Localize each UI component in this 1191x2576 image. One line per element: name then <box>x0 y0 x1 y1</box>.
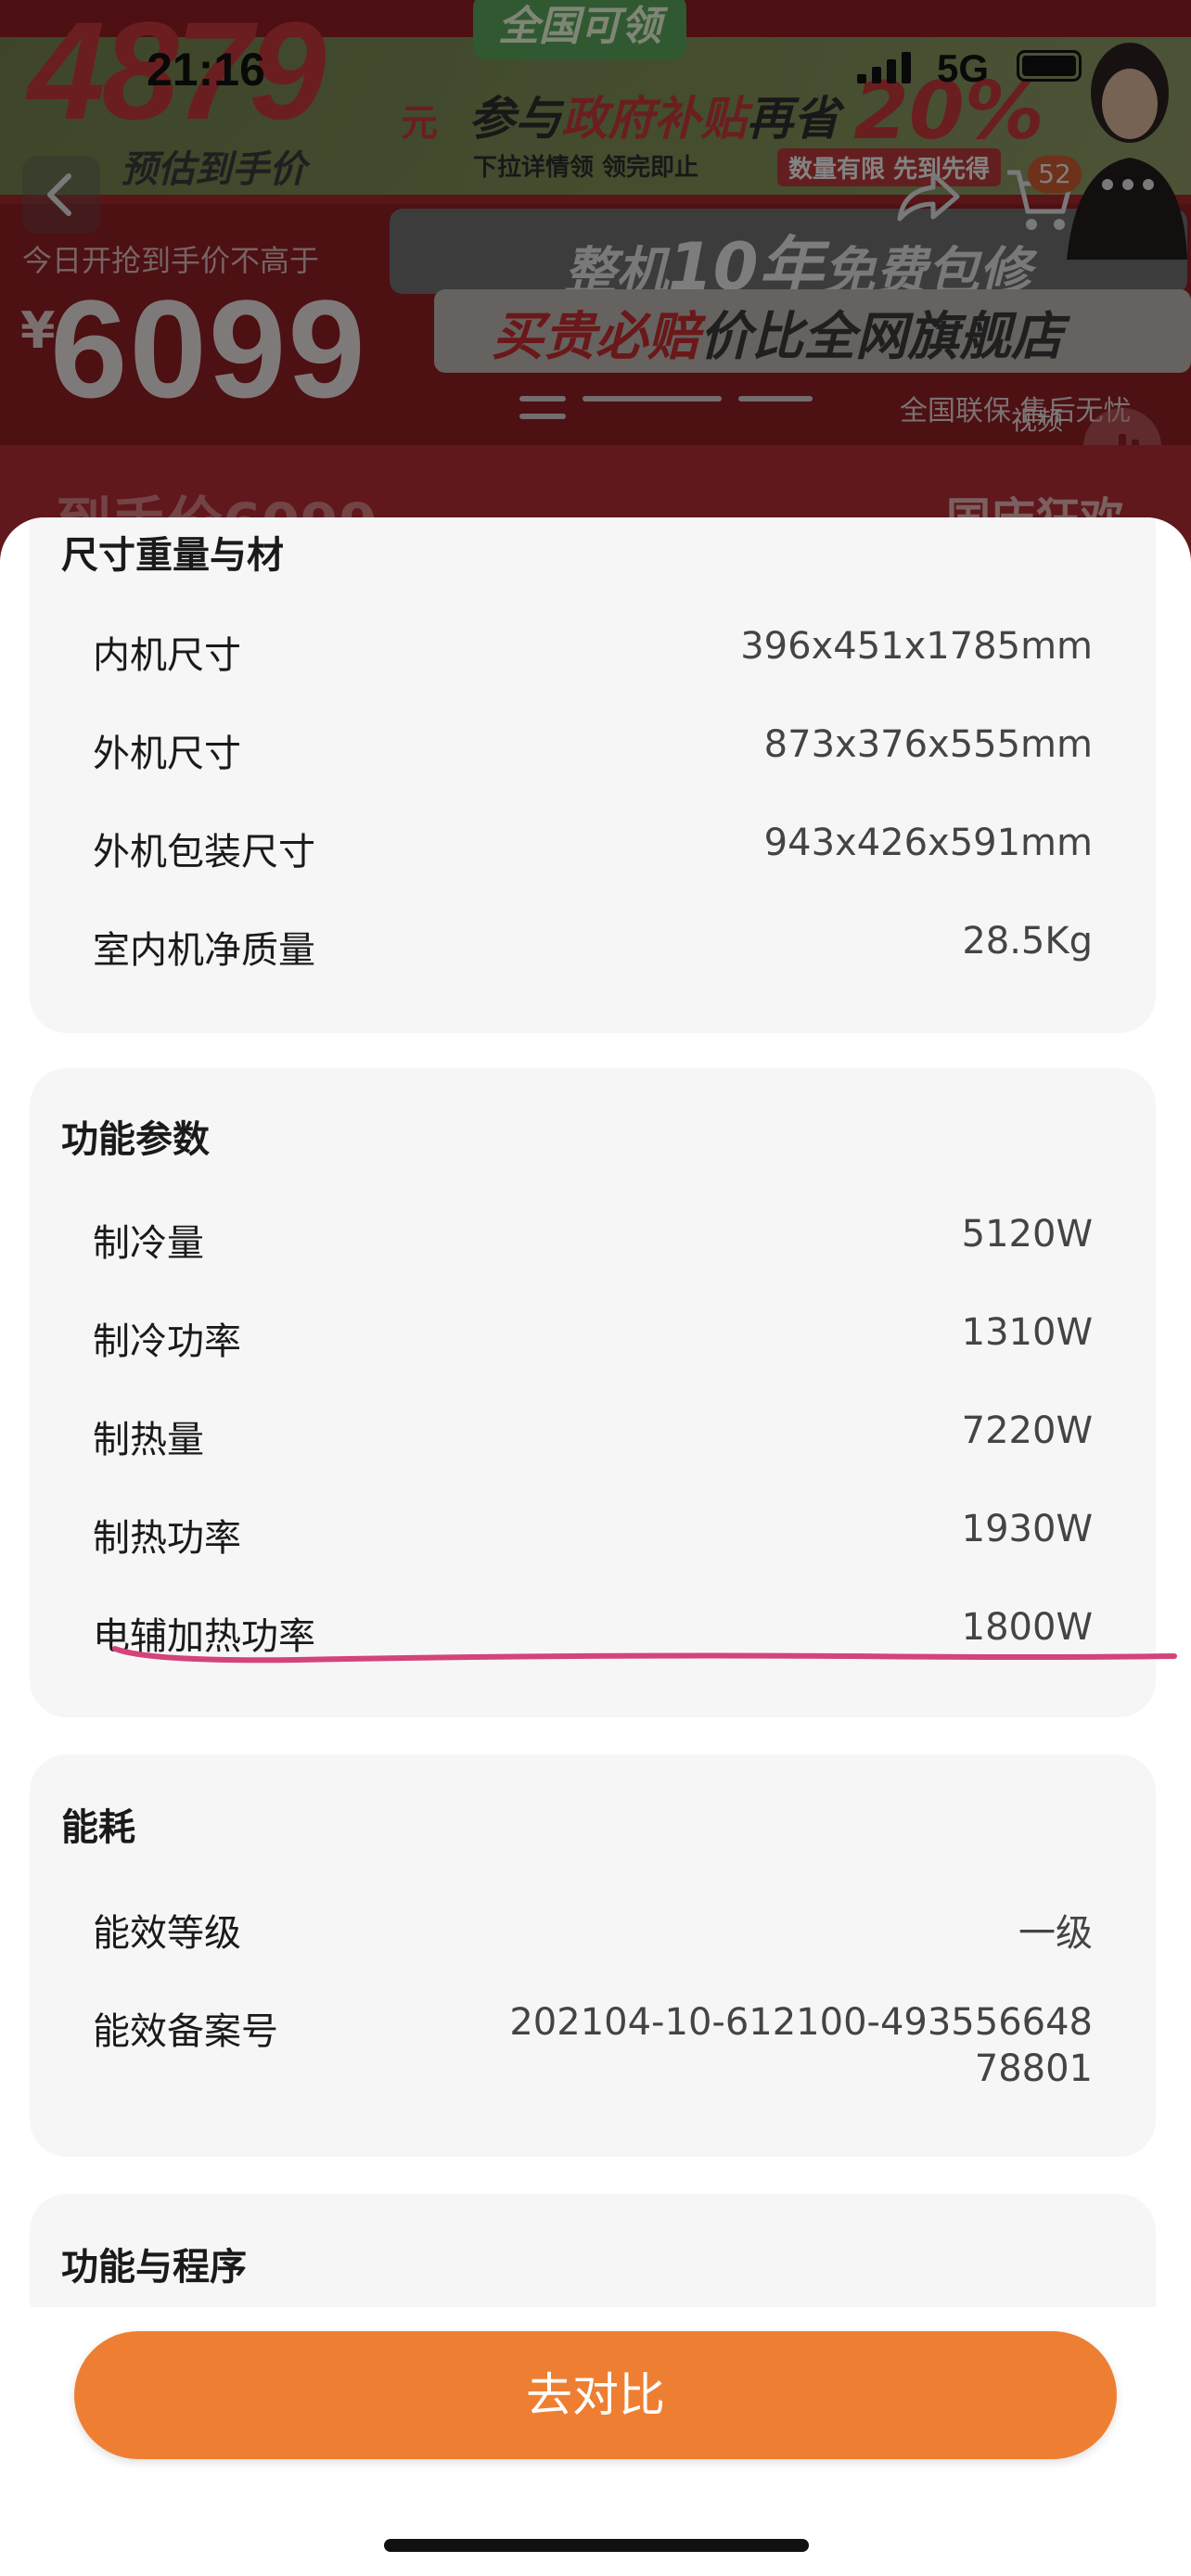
spec-label: 内机尺寸 <box>93 634 241 677</box>
spec-label: 制热量 <box>93 1419 204 1461</box>
spec-value: 5120W <box>961 1213 1093 1256</box>
spec-row: 外机包装尺寸 943x426x591mm <box>93 822 1093 877</box>
spec-value: 7220W <box>961 1409 1093 1452</box>
section-energy: 能耗 能效等级 一级 能效备案号 202104-10-612100-493556… <box>30 1754 1156 2157</box>
spec-label: 室内机净质量 <box>93 929 315 972</box>
section-title: 功能与程序 <box>61 2246 247 2289</box>
spec-row: 制冷功率 1310W <box>93 1311 1093 1367</box>
spec-label: 制冷量 <box>93 1222 204 1265</box>
spec-value: 28.5Kg <box>962 920 1093 963</box>
spec-row: 外机尺寸 873x376x555mm <box>93 723 1093 779</box>
spec-label: 能效备案号 <box>93 2010 278 2053</box>
spec-value: 1930W <box>961 1508 1093 1550</box>
spec-value: 943x426x591mm <box>763 822 1093 864</box>
home-indicator[interactable] <box>384 2539 809 2552</box>
spec-value: 1310W <box>961 1311 1093 1354</box>
spec-value: 396x451x1785mm <box>740 625 1093 668</box>
dim-overlay[interactable] <box>0 0 1191 556</box>
section-title: 能耗 <box>61 1806 135 1849</box>
spec-row: 能效备案号 202104-10-612100-493556648 78801 <box>93 2001 1093 2103</box>
spec-label: 制热功率 <box>93 1517 241 1560</box>
spec-row: 制热量 7220W <box>93 1409 1093 1465</box>
spec-label: 能效等级 <box>93 1912 241 1955</box>
highlight-underline <box>112 1646 1177 1664</box>
compare-button[interactable]: 去对比 <box>74 2331 1117 2459</box>
spec-label: 制冷功率 <box>93 1320 241 1363</box>
spec-row: 能效等级 一级 <box>93 1903 1093 1958</box>
spec-sheet: 尺寸重量与材 内机尺寸 396x451x1785mm 外机尺寸 873x376x… <box>0 517 1191 2576</box>
spec-label: 外机包装尺寸 <box>93 831 315 874</box>
spec-row: 室内机净质量 28.5Kg <box>93 920 1093 976</box>
spec-value: 202104-10-612100-493556648 <box>509 2001 1093 2044</box>
spec-row: 制热功率 1930W <box>93 1508 1093 1563</box>
spec-row: 制冷量 5120W <box>93 1213 1093 1269</box>
spec-row: 内机尺寸 396x451x1785mm <box>93 625 1093 681</box>
spec-value-line2: 78801 <box>974 2047 1093 2090</box>
section-title: 功能参数 <box>61 1118 210 1161</box>
section-dimensions: 尺寸重量与材 内机尺寸 396x451x1785mm 外机尺寸 873x376x… <box>30 517 1156 1033</box>
section-performance: 功能参数 制冷量 5120W 制冷功率 1310W 制热量 7220W 制热功率… <box>30 1068 1156 1717</box>
spec-label: 外机尺寸 <box>93 733 241 775</box>
spec-value: 873x376x555mm <box>763 723 1093 766</box>
section-title: 尺寸重量与材 <box>61 534 284 577</box>
spec-value: 一级 <box>1018 1912 1093 1955</box>
